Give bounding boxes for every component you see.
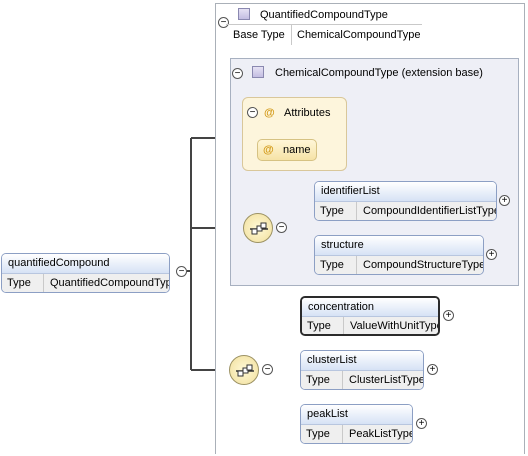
element-cluster-list[interactable]: clusterList Type ClusterListType [300,350,424,390]
element-name: quantifiedCompound [2,254,169,274]
type-value: ValueWithUnitType [350,320,440,332]
type-label: Type [301,371,343,389]
element-type-row: Type QuantifiedCompoundType [2,274,169,292]
sequence-icon [236,364,254,377]
attribute-name[interactable]: @ name [257,139,317,161]
sequence-compositor-icon[interactable] [229,355,259,385]
element-name: clusterList [301,351,423,371]
expand-icon[interactable]: + [416,418,427,429]
collapse-icon[interactable]: − [218,17,229,28]
type-value: QuantifiedCompoundType [50,277,170,289]
attribute-at-icon: @ [263,144,274,156]
element-type-row: Type ClusterListType [301,371,423,389]
type-label: Type [315,256,357,274]
type-value: PeakListType [349,428,413,440]
element-type-row: Type ValueWithUnitType [302,317,440,334]
expand-icon[interactable]: + [499,195,510,206]
attributes-label: Attributes [284,107,331,119]
expand-icon[interactable]: + [443,310,454,321]
extension-label: ChemicalCompoundType (extension base) [275,67,483,79]
type-label: Type [315,202,357,220]
sequence-icon [250,222,268,235]
attributes-at-icon: @ [264,107,275,119]
expand-icon[interactable]: + [427,364,438,375]
collapse-icon[interactable]: − [176,266,187,277]
collapse-icon[interactable]: − [276,222,287,233]
element-type-row: Type PeakListType [301,425,412,443]
element-name: structure [315,236,483,256]
type-value: CompoundStructureType [363,259,484,271]
collapse-icon[interactable]: − [262,364,273,375]
type-value: ClusterListType [349,374,424,386]
element-concentration[interactable]: concentration Type ValueWithUnitType [300,296,440,336]
type-label: Type [302,317,344,334]
attribute-name-label: name [283,144,311,156]
element-quantified-compound[interactable]: quantifiedCompound Type QuantifiedCompoun… [1,253,170,293]
type-label: Type [301,425,343,443]
sequence-compositor-icon[interactable] [243,213,273,243]
base-type-label: Base Type [230,25,292,45]
element-name: concentration [302,298,438,317]
expand-icon[interactable]: + [486,249,497,260]
element-type-row: Type CompoundIdentifierListType [315,202,496,220]
element-name: identifierList [315,182,496,202]
base-type-row: Base Type ChemicalCompoundType [230,25,421,45]
base-type-value: ChemicalCompoundType [297,29,421,41]
collapse-icon[interactable]: − [232,68,243,79]
type-label: Type [2,274,44,292]
element-peak-list[interactable]: peakList Type PeakListType [300,404,413,444]
element-name: peakList [301,405,412,425]
complex-type-name: QuantifiedCompoundType [260,9,388,21]
collapse-icon[interactable]: − [247,107,258,118]
complex-type-icon [238,8,250,20]
element-type-row: Type CompoundStructureType [315,256,483,274]
extension-type-icon [252,66,264,78]
type-value: CompoundIdentifierListType [363,205,497,217]
element-structure[interactable]: structure Type CompoundStructureType [314,235,484,275]
element-identifier-list[interactable]: identifierList Type CompoundIdentifierLis… [314,181,497,221]
